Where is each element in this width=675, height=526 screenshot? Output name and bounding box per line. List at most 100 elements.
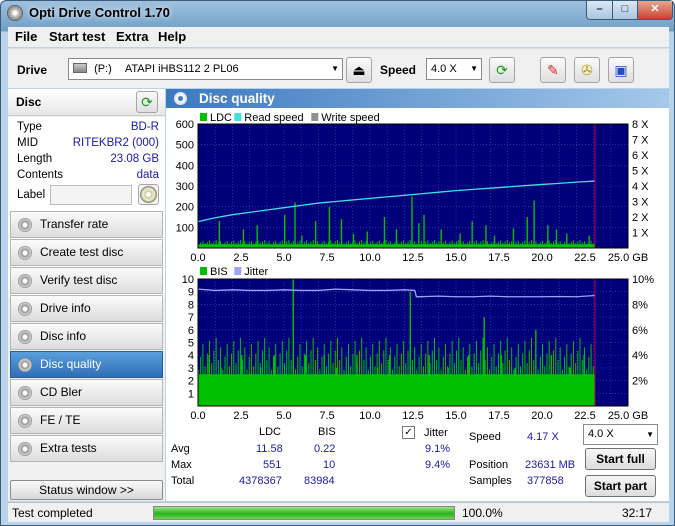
- nav-item-disc-quality[interactable]: Disc quality: [10, 351, 163, 378]
- legend-label: Jitter: [244, 266, 268, 278]
- disc-label-input[interactable]: [50, 185, 132, 205]
- nav-item-disc-info[interactable]: Disc info: [10, 323, 163, 350]
- bis-bar: [453, 363, 455, 406]
- y2-tick-label: 8%: [632, 299, 648, 311]
- maximize-button[interactable]: □: [612, 1, 638, 20]
- ldc-bar: [347, 240, 349, 248]
- legend-label: Write speed: [321, 112, 380, 124]
- bis-spike: [241, 355, 243, 406]
- ldc-bar: [376, 241, 378, 248]
- start-part-button[interactable]: Start part: [585, 475, 656, 497]
- y2-tick-label: 4%: [632, 350, 648, 362]
- ldc-bar: [239, 240, 241, 248]
- ldc-spike: [352, 233, 355, 248]
- bis-bar: [228, 366, 230, 406]
- settings-button[interactable]: ✇: [574, 57, 600, 83]
- ldc-bar: [288, 240, 290, 248]
- ldc-bar: [500, 240, 502, 248]
- x-tick-label: 17.5: [488, 252, 509, 264]
- ldc-bar: [277, 243, 279, 248]
- stats-max-label: Max: [171, 459, 192, 471]
- legend-swatch: [234, 267, 242, 275]
- ldc-bar: [451, 240, 453, 248]
- x-tick-label: 0.0: [190, 410, 205, 419]
- bis-bar: [332, 363, 334, 406]
- nav-item-fe-te[interactable]: FE / TE: [10, 407, 163, 434]
- nav-item-drive-info[interactable]: Drive info: [10, 295, 163, 322]
- save-button[interactable]: ▣: [608, 57, 634, 83]
- bis-bar: [579, 337, 581, 406]
- nav-item-create-test-disc[interactable]: Create test disc: [10, 239, 163, 266]
- bis-bar: [460, 359, 462, 406]
- close-button[interactable]: ✕: [637, 1, 673, 20]
- erase-button[interactable]: ✎: [540, 57, 566, 83]
- ldc-bar: [330, 240, 332, 248]
- ldc-bar: [469, 240, 471, 248]
- ldc-bar: [244, 241, 246, 248]
- x-tick-label: 5.0: [276, 252, 291, 264]
- stats-total-ldc: 4378367: [239, 475, 282, 487]
- menu-start-test[interactable]: Start test: [49, 29, 105, 44]
- title-bar[interactable]: Opti Drive Control 1.70 – □ ✕: [1, 1, 674, 25]
- status-window-button[interactable]: Status window >>: [10, 480, 163, 500]
- bis-bar: [555, 337, 557, 406]
- bis-bar: [586, 369, 588, 406]
- ldc-bar: [409, 240, 411, 248]
- disc-refresh-button[interactable]: ⟳: [136, 91, 158, 113]
- ldc-bar: [403, 240, 405, 248]
- jitter-checkbox[interactable]: ✓: [402, 426, 415, 439]
- bis-bar: [277, 366, 279, 406]
- bis-bar: [299, 344, 301, 406]
- bis-bar: [504, 350, 506, 406]
- bis-bar: [403, 340, 405, 406]
- speed-select[interactable]: 4.0 X ▼: [426, 58, 482, 80]
- ldc-bar: [442, 242, 444, 248]
- ldc-bar: [222, 243, 224, 248]
- label-disc-button[interactable]: [138, 184, 159, 205]
- start-full-button[interactable]: Start full: [585, 448, 656, 470]
- test-speed-select[interactable]: 4.0 X ▼: [583, 424, 658, 445]
- ldc-bar: [317, 241, 319, 248]
- eject-button[interactable]: ⏏: [346, 57, 372, 83]
- bis-bar: [526, 363, 528, 406]
- bis-bar: [358, 350, 360, 406]
- legend-label: LDC: [210, 112, 232, 124]
- drive-select[interactable]: (P:) ATAPI iHBS112 2 PL06 ▼: [68, 58, 343, 80]
- menu-help[interactable]: Help: [158, 29, 186, 44]
- nav-item-extra-tests[interactable]: Extra tests: [10, 435, 163, 462]
- nav-item-transfer-rate[interactable]: Transfer rate: [10, 211, 163, 238]
- bis-bar: [588, 356, 590, 406]
- x-tick-label: 15.0: [445, 410, 466, 419]
- bis-bar: [394, 356, 396, 406]
- ldc-bar: [568, 243, 570, 248]
- bis-bar: [436, 359, 438, 406]
- chevron-down-icon: ▼: [646, 430, 654, 439]
- disc-length-value: 23.08 GB: [110, 153, 159, 165]
- bis-bar: [433, 337, 435, 406]
- bis-bar: [513, 369, 515, 406]
- ldc-bar: [473, 241, 475, 248]
- bis-bar: [528, 350, 530, 406]
- ldc-bar: [200, 242, 202, 248]
- ldc-bar: [233, 240, 235, 248]
- x-tick-label: 5.0: [276, 410, 291, 419]
- minimize-button[interactable]: –: [586, 1, 613, 20]
- refresh-button[interactable]: ⟳: [489, 57, 515, 83]
- bis-bar: [237, 350, 239, 406]
- bis-bar: [372, 344, 374, 406]
- ldc-bar: [535, 241, 537, 248]
- ldc-bar: [228, 243, 230, 248]
- x-tick-label: 22.5: [574, 410, 595, 419]
- bis-bar: [343, 369, 345, 406]
- y-tick-label: 6: [188, 325, 194, 337]
- bis-bar: [295, 369, 297, 406]
- ldc-bar: [570, 241, 572, 248]
- nav-item-cd-bler[interactable]: CD Bler: [10, 379, 163, 406]
- menu-file[interactable]: File: [15, 29, 37, 44]
- ldc-bar: [572, 240, 574, 248]
- bis-bar: [471, 366, 473, 406]
- disc-type-value: BD-R: [130, 121, 159, 133]
- nav-item-verify-test-disc[interactable]: Verify test disc: [10, 267, 163, 294]
- bis-bar: [279, 353, 281, 406]
- menu-extra[interactable]: Extra: [116, 29, 149, 44]
